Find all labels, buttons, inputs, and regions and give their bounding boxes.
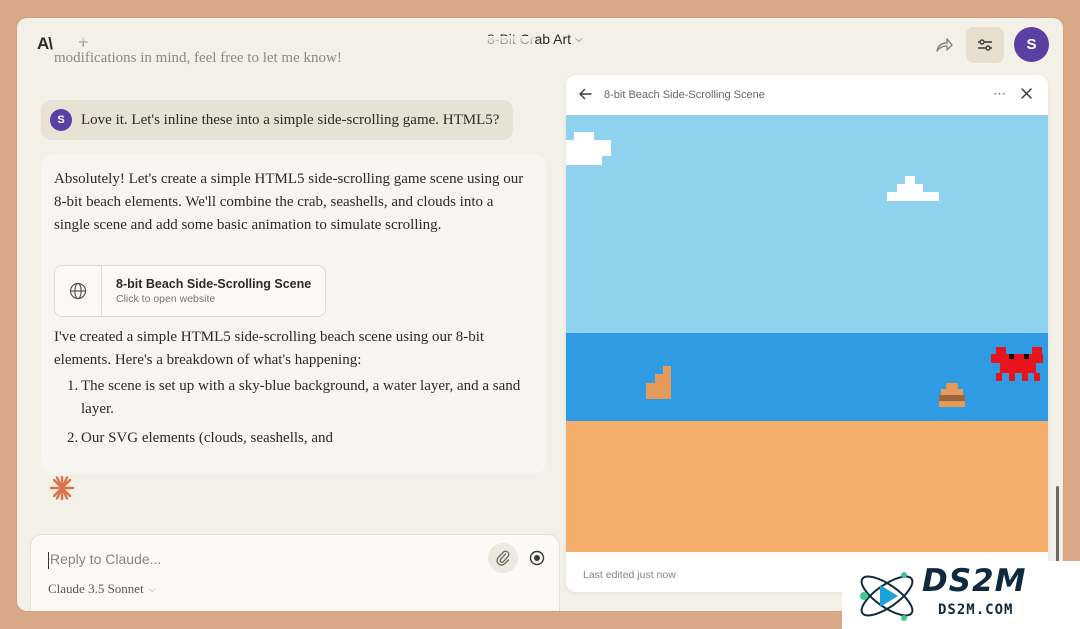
- artifact-panel-header: 8-bit Beach Side-Scrolling Scene ⋯: [566, 75, 1048, 115]
- record-icon: [529, 550, 545, 566]
- reply-box: Claude 3.5 Sonnet ⌵: [30, 534, 560, 611]
- close-icon[interactable]: [1020, 87, 1033, 100]
- artifact-card-title: 8-bit Beach Side-Scrolling Scene: [116, 277, 312, 291]
- reply-input[interactable]: [48, 550, 482, 568]
- assistant-list: 1. The scene is set up with a sky-blue b…: [54, 375, 524, 456]
- assistant-paragraph-1: Absolutely! Let's create a simple HTML5 …: [54, 171, 524, 233]
- user-message: S Love it. Let's inline these into a sim…: [41, 100, 513, 140]
- artifact-panel: 8-bit Beach Side-Scrolling Scene ⋯ Last …: [566, 75, 1048, 592]
- last-edited-label: Last edited just now: [583, 569, 676, 581]
- claude-spark-icon: [49, 475, 75, 501]
- list-item-number: 2.: [67, 430, 79, 446]
- paperclip-icon: [496, 550, 510, 566]
- assistant-message: Absolutely! Let's create a simple HTML5 …: [41, 154, 546, 474]
- water-layer: [566, 333, 1048, 421]
- more-options-icon[interactable]: ⋯: [993, 86, 1007, 102]
- artifact-panel-title: 8-bit Beach Side-Scrolling Scene: [604, 89, 765, 101]
- atom-logo-icon: [860, 572, 914, 621]
- attach-button[interactable]: [488, 543, 518, 573]
- user-avatar[interactable]: S: [1014, 27, 1049, 62]
- settings-button[interactable]: [966, 27, 1004, 63]
- app-window: A\ + 8-Bit Crab Art ⌵ S modifications in…: [17, 18, 1063, 611]
- assistant-paragraph-2: I've created a simple HTML5 side-scrolli…: [54, 329, 485, 368]
- list-item: 2. Our SVG elements (clouds, seashells, …: [54, 427, 524, 450]
- model-selector[interactable]: Claude 3.5 Sonnet ⌵: [48, 581, 156, 597]
- beach-game-scene[interactable]: [566, 115, 1048, 552]
- chevron-down-icon: ⌵: [148, 583, 156, 594]
- list-item-text: Our SVG elements (clouds, seashells, and: [81, 430, 334, 446]
- list-item-text: The scene is set up with a sky-blue back…: [81, 378, 521, 417]
- artifact-card[interactable]: 8-bit Beach Side-Scrolling Scene Click t…: [54, 265, 326, 317]
- previous-message-text: modifications in mind, feel free to let …: [54, 36, 534, 67]
- user-message-text: Love it. Let's inline these into a simpl…: [81, 111, 500, 128]
- arrow-left-icon[interactable]: [578, 87, 592, 101]
- screenshot-button[interactable]: [522, 543, 552, 573]
- model-name: Claude 3.5 Sonnet: [48, 581, 144, 596]
- share-icon[interactable]: [935, 37, 953, 53]
- artifact-card-subtitle: Click to open website: [116, 293, 216, 305]
- anthropic-logo[interactable]: A\: [37, 34, 53, 54]
- sand-layer: [566, 421, 1048, 552]
- chevron-down-icon: ⌵: [575, 33, 583, 45]
- watermark: DS2M DS2M.COM: [842, 561, 1080, 629]
- user-message-avatar: S: [50, 109, 72, 131]
- watermark-url: DS2M.COM: [938, 602, 1014, 618]
- sky-layer: [566, 115, 1048, 333]
- watermark-brand: DS2M: [922, 563, 1027, 599]
- globe-icon: [55, 266, 102, 316]
- list-item: 1. The scene is set up with a sky-blue b…: [54, 375, 524, 421]
- sliders-icon: [978, 39, 992, 51]
- list-item-number: 1.: [67, 378, 79, 394]
